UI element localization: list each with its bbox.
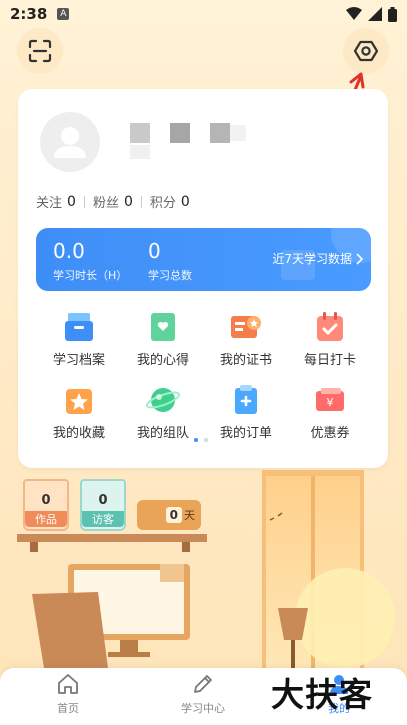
page-dot (204, 438, 208, 442)
grid-label: 优惠券 (310, 426, 350, 441)
days-counter: 0 天 (137, 500, 201, 530)
follow-count[interactable]: 0 (67, 194, 76, 210)
tab-study-center-label: 学习中心 (181, 702, 225, 715)
points-count[interactable]: 0 (181, 194, 190, 210)
home-icon (58, 674, 78, 694)
archive-icon (65, 313, 93, 341)
avatar[interactable] (40, 112, 100, 172)
tab-study-center[interactable]: 学习中心 (163, 672, 243, 716)
visitors-label: 访客 (82, 511, 124, 527)
settings-button[interactable] (343, 28, 389, 74)
recent-study-data-link[interactable]: 近7天学习数据 (272, 250, 363, 267)
visitors-badge[interactable]: 0 访客 (80, 479, 126, 531)
grid-item-coupon[interactable]: ¥ 优惠券 (288, 384, 372, 448)
grid-label: 我的收藏 (52, 426, 105, 441)
feature-grid: 学习档案 我的心得 我的证书 每日打卡 我的收藏 我的组队 我的订单 ¥ 优惠券 (36, 311, 371, 451)
grid-item-orders[interactable]: 我的订单 (204, 384, 288, 448)
grid-item-checkin[interactable]: 每日打卡 (288, 311, 372, 375)
works-count: 0 (41, 493, 51, 508)
page-dot-active (194, 438, 198, 442)
follow-label[interactable]: 关注 (36, 192, 62, 211)
grid-label: 我的组队 (136, 426, 189, 441)
study-total-label: 学习总数 (148, 269, 192, 282)
grid-item-archive[interactable]: 学习档案 (37, 311, 121, 375)
study-duration-value: 0.0 (53, 239, 85, 263)
study-duration-label: 学习时长（H） (53, 269, 128, 282)
profile-card: 关注 0 粉丝 0 积分 0 0.0 学习时长（H） 0 学习总数 近7天学习数… (18, 89, 388, 468)
grid-item-notes[interactable]: 我的心得 (121, 311, 205, 375)
grid-item-certificate[interactable]: 我的证书 (204, 311, 288, 375)
grid-label: 我的证书 (219, 353, 272, 368)
grid-label: 我的订单 (219, 426, 272, 441)
calendar-checkin-icon (317, 312, 343, 341)
works-label: 作品 (25, 511, 67, 527)
study-stats-banner[interactable]: 0.0 学习时长（H） 0 学习总数 近7天学习数据 (36, 228, 371, 291)
favorites-icon (66, 389, 92, 414)
signal-icon (368, 7, 382, 21)
room-illustration: 0 作品 0 访客 0 天 (0, 468, 407, 668)
status-bar: 2:38 A (0, 0, 407, 28)
points-label[interactable]: 积分 (150, 192, 176, 211)
svg-text:¥: ¥ (327, 396, 334, 409)
grid-item-favorites[interactable]: 我的收藏 (37, 384, 121, 448)
settings-hexagon-icon (354, 40, 378, 62)
recent-study-data-label: 近7天学习数据 (272, 252, 352, 266)
chevron-right-icon (356, 252, 363, 265)
grid-item-team[interactable]: 我的组队 (121, 384, 205, 448)
default-user-icon (54, 127, 86, 158)
notes-icon (151, 313, 175, 341)
pencil-icon (194, 675, 212, 693)
stat-divider (83, 195, 85, 208)
scan-icon (28, 39, 52, 63)
fans-count[interactable]: 0 (124, 194, 133, 210)
visitors-count: 0 (98, 493, 108, 508)
fans-label[interactable]: 粉丝 (93, 192, 119, 211)
profile-stats: 关注 0 粉丝 0 积分 0 (36, 192, 198, 212)
grid-label: 每日打卡 (303, 353, 356, 368)
team-planet-icon (146, 388, 180, 412)
battery-icon (388, 6, 397, 22)
grid-page-indicator (194, 438, 208, 442)
notification-app-icon: A (57, 8, 70, 20)
grid-label: 我的心得 (136, 353, 189, 368)
status-icons (346, 6, 397, 22)
days-unit: 天 (184, 509, 195, 522)
tab-home-label: 首页 (57, 702, 79, 715)
username-blurred (130, 123, 246, 159)
watermark-text: 大扶客 (271, 675, 373, 714)
works-badge[interactable]: 0 作品 (23, 479, 69, 531)
tab-home[interactable]: 首页 (28, 672, 108, 716)
coupon-icon: ¥ (316, 388, 344, 411)
order-icon (235, 385, 257, 414)
study-total-value: 0 (148, 239, 161, 263)
stat-divider (140, 195, 142, 208)
status-time: 2:38 (10, 5, 48, 23)
certificate-icon (231, 316, 261, 338)
days-value: 0 (165, 507, 182, 523)
scan-button[interactable] (17, 28, 63, 74)
grid-label: 学习档案 (52, 353, 105, 368)
wifi-icon (346, 7, 362, 20)
